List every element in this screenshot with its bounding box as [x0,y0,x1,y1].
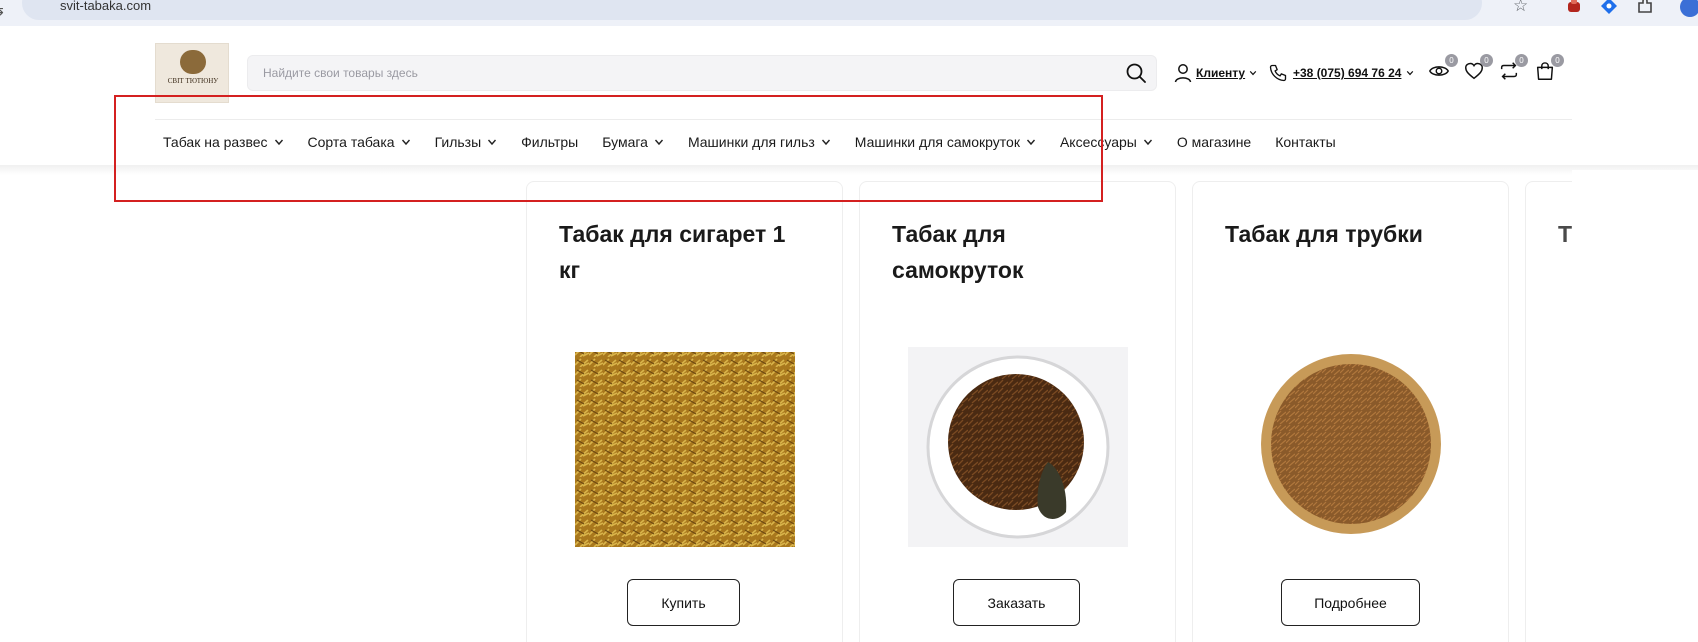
order-button[interactable]: Заказать [953,579,1080,626]
account-menu[interactable]: Клиенту [1174,62,1257,84]
nav-item-contacts[interactable]: Контакты [1275,134,1335,150]
wishlist-count-badge: 0 [1480,54,1493,67]
phone-number[interactable]: +38 (075) 694 76 24 [1293,66,1401,80]
cart-button[interactable]: 0 [1534,54,1564,84]
compare-count-badge: 0 [1515,54,1528,67]
search-icon[interactable] [1124,61,1148,85]
user-icon [1174,64,1192,83]
viewed-count-badge: 0 [1445,54,1458,67]
puzzle-icon[interactable] [1636,0,1654,15]
card-title[interactable]: Табак для самокруток [892,216,1142,288]
card-title[interactable]: Табак для сигарет 1 кг [559,216,809,288]
details-button[interactable]: Подробнее [1281,579,1420,626]
nav-item-about[interactable]: О магазине [1177,134,1251,150]
chevron-down-icon [1407,70,1414,76]
card-title[interactable]: Табак для трубки [1225,216,1475,252]
tobacco-bowl-image[interactable] [1241,347,1461,547]
compare-button[interactable]: 0 [1498,54,1528,84]
category-card[interactable]: Табак для самокруток Заказать [859,181,1176,642]
chevron-down-icon [1249,70,1257,76]
logo-text: СВIТ ТЮТЮНУ [167,77,219,85]
logo-emblem-icon [180,50,206,74]
site-info-icon[interactable]: ⇆ [0,2,4,19]
highlight-annotation-box [114,95,1103,202]
address-bar[interactable] [22,0,1482,20]
url-text[interactable]: svit-tabaka.com [60,0,151,13]
extension-diamond-icon[interactable] [1600,0,1618,15]
phone-menu[interactable]: +38 (075) 694 76 24 [1268,62,1414,84]
phone-icon [1269,64,1287,82]
search-bar [247,55,1157,91]
nav-item-label: Контакты [1275,134,1336,150]
page: ⇆ svit-tabaka.com ☆ СВIТ ТЮТЮНУ Клиенту … [0,0,1698,642]
star-icon[interactable]: ☆ [1513,0,1531,15]
profile-icon[interactable] [1680,0,1698,17]
cart-count-badge: 0 [1551,54,1564,67]
buy-button[interactable]: Купить [627,579,740,626]
category-card[interactable]: Табак для трубки Подробнее [1192,181,1509,642]
search-input[interactable] [263,56,1103,90]
wishlist-button[interactable]: 0 [1463,54,1493,84]
account-label[interactable]: Клиенту [1196,66,1245,80]
chevron-down-icon [1143,139,1152,146]
carousel-edge-mask [1572,170,1698,642]
tobacco-plate-image[interactable] [908,347,1128,547]
extension-icon[interactable] [1565,0,1583,15]
viewed-products-button[interactable]: 0 [1428,54,1458,84]
category-card[interactable]: Табак для сигарет 1 кг Купить [526,181,843,642]
loose-tobacco-image[interactable] [575,347,795,547]
browser-toolbar: ⇆ svit-tabaka.com ☆ [0,0,1698,26]
site-logo[interactable]: СВIТ ТЮТЮНУ [155,43,229,103]
nav-item-label: О магазине [1176,134,1252,150]
